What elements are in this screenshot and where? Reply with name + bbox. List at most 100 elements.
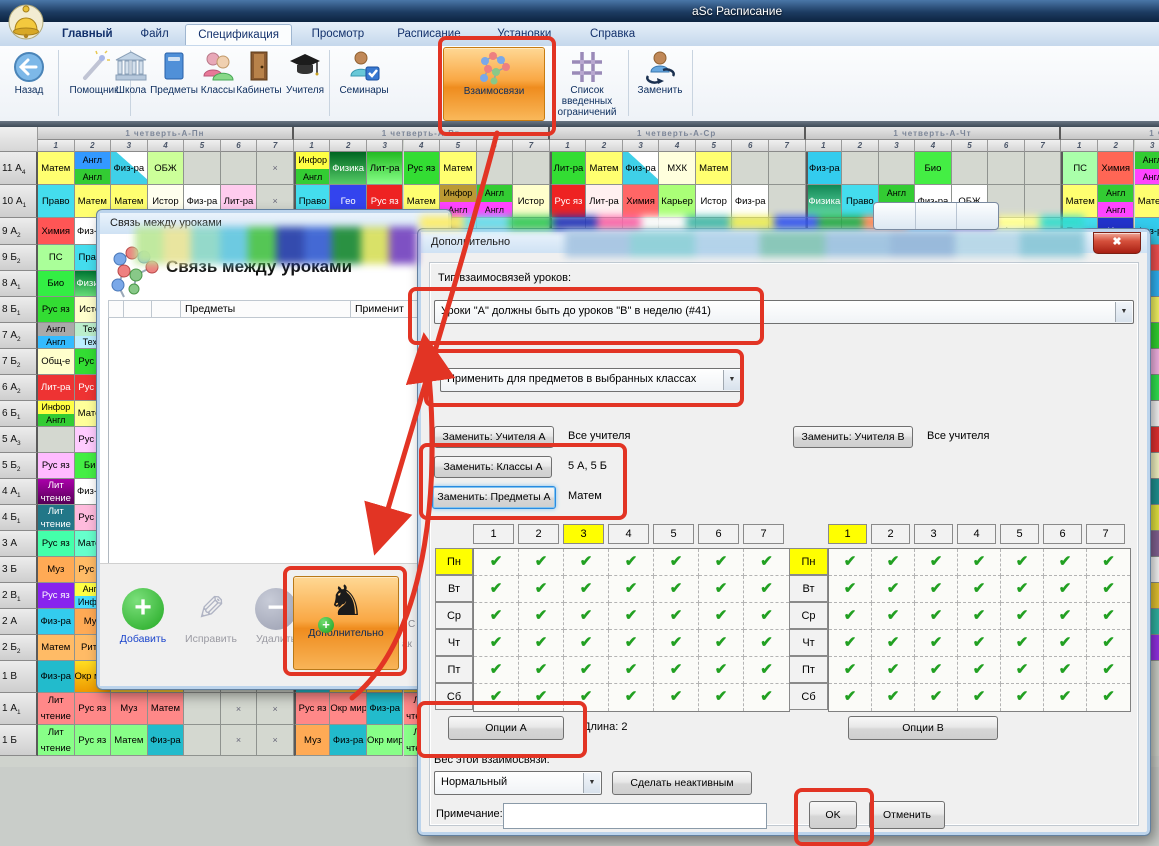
- lesson-cell[interactable]: Лит-ра: [38, 375, 75, 401]
- grid-period-header[interactable]: 3: [914, 524, 953, 544]
- class-row-label[interactable]: 1 В: [0, 661, 38, 693]
- check-cell[interactable]: ✔: [1087, 576, 1130, 603]
- lesson-cell[interactable]: АнглАнгл: [477, 185, 514, 218]
- grid-day-label[interactable]: Пт: [435, 656, 473, 683]
- check-cell[interactable]: ✔: [654, 549, 699, 576]
- lesson-cell[interactable]: ×: [257, 152, 294, 185]
- check-cell[interactable]: ✔: [474, 576, 519, 603]
- check-cell[interactable]: ✔: [699, 603, 744, 630]
- class-row-label[interactable]: 8 Б1: [0, 297, 38, 323]
- restore-icon[interactable]: [916, 203, 958, 229]
- check-cell[interactable]: ✔: [519, 603, 564, 630]
- lesson-cell[interactable]: Карьер: [659, 185, 696, 218]
- lesson-cell[interactable]: Физ-ра: [367, 693, 404, 725]
- lesson-cell[interactable]: Физ-ра: [38, 661, 75, 693]
- class-row-label[interactable]: 2 А: [0, 609, 38, 635]
- lesson-cell[interactable]: АнглАнгл: [1135, 152, 1159, 185]
- lesson-cell[interactable]: [769, 152, 806, 185]
- grid-day-label[interactable]: Чт: [789, 629, 828, 656]
- grid-period-header[interactable]: 5: [1000, 524, 1039, 544]
- lesson-cell[interactable]: Истор: [696, 185, 733, 218]
- lesson-cell[interactable]: [879, 152, 916, 185]
- check-cell[interactable]: ✔: [872, 684, 915, 711]
- replace-classes-a-button[interactable]: Заменить: Классы А: [434, 456, 552, 478]
- check-cell[interactable]: ✔: [1044, 684, 1087, 711]
- lesson-cell[interactable]: АнглАнгл: [38, 323, 75, 349]
- replace-subjects-a-button[interactable]: Заменить: Предметы А: [432, 486, 556, 509]
- check-cell[interactable]: ✔: [744, 630, 789, 657]
- lesson-cell[interactable]: ×: [221, 725, 258, 756]
- class-row-label[interactable]: 7 Б2: [0, 349, 38, 375]
- check-cell[interactable]: ✔: [744, 603, 789, 630]
- ribbon-button-Назад[interactable]: Назад: [2, 47, 56, 119]
- apply-dropdown[interactable]: Применить для предметов в выбранных клас…: [440, 368, 742, 392]
- lesson-cell[interactable]: Физика: [330, 152, 367, 185]
- menu-tab-Главный[interactable]: Главный: [50, 24, 125, 44]
- lesson-cell[interactable]: ×: [221, 693, 258, 725]
- check-cell[interactable]: ✔: [829, 630, 872, 657]
- grid-day-label[interactable]: Пн: [789, 548, 828, 575]
- class-row-label[interactable]: 8 А1: [0, 271, 38, 297]
- link-list-area[interactable]: [108, 318, 442, 564]
- lesson-cell[interactable]: Рус яз: [38, 583, 75, 609]
- check-cell[interactable]: ✔: [958, 549, 1001, 576]
- minimize-icon[interactable]: [874, 203, 916, 229]
- lesson-cell[interactable]: ОБЖ: [148, 152, 185, 185]
- class-row-label[interactable]: 6 Б1: [0, 401, 38, 427]
- lesson-cell[interactable]: Матем: [586, 152, 623, 185]
- class-row-label[interactable]: 9 Б2: [0, 245, 38, 271]
- grid-period-header[interactable]: 6: [1043, 524, 1082, 544]
- check-cell[interactable]: ✔: [474, 603, 519, 630]
- lesson-cell[interactable]: Химия: [1098, 152, 1135, 185]
- check-cell[interactable]: ✔: [958, 576, 1001, 603]
- menu-tab-Просмотр[interactable]: Просмотр: [300, 24, 377, 44]
- check-cell[interactable]: ✔: [1087, 630, 1130, 657]
- list-column-header[interactable]: [108, 300, 123, 318]
- check-cell[interactable]: ✔: [654, 657, 699, 684]
- ribbon-button-Школа[interactable]: Школа: [111, 47, 151, 119]
- check-cell[interactable]: ✔: [1001, 576, 1044, 603]
- lesson-cell[interactable]: Физ-ра: [38, 609, 75, 635]
- lesson-cell[interactable]: Физ-ра: [330, 725, 367, 756]
- make-inactive-button[interactable]: Сделать неактивным: [612, 771, 752, 795]
- grid-period-header[interactable]: 4: [608, 524, 649, 544]
- class-row-label[interactable]: 5 Б2: [0, 453, 38, 479]
- class-row-label[interactable]: 2 Б2: [0, 635, 38, 661]
- check-cell[interactable]: ✔: [519, 684, 564, 711]
- lesson-cell[interactable]: Физ-ра: [623, 152, 660, 185]
- check-cell[interactable]: ✔: [915, 684, 958, 711]
- lesson-cell[interactable]: Физ-ра: [111, 152, 148, 185]
- check-cell[interactable]: ✔: [474, 630, 519, 657]
- lesson-cell[interactable]: Рус яз: [294, 693, 331, 725]
- check-cell[interactable]: ✔: [564, 576, 609, 603]
- check-cell[interactable]: ✔: [699, 549, 744, 576]
- close-icon[interactable]: [957, 203, 998, 229]
- lesson-cell[interactable]: [732, 152, 769, 185]
- check-cell[interactable]: ✔: [829, 576, 872, 603]
- class-row-label[interactable]: 1 А1: [0, 693, 38, 725]
- type-dropdown[interactable]: Уроки "А" должны быть до уроков "В" в не…: [434, 300, 1134, 324]
- lesson-cell[interactable]: [513, 152, 550, 185]
- check-cell[interactable]: ✔: [1001, 630, 1044, 657]
- menu-tab-Справка[interactable]: Справка: [578, 24, 647, 44]
- ribbon-button-Предметы[interactable]: Предметы: [149, 47, 199, 119]
- class-row-label[interactable]: 1 Б: [0, 725, 38, 756]
- class-row-label[interactable]: 9 А2: [0, 218, 38, 245]
- grid-period-header[interactable]: 7: [743, 524, 784, 544]
- grid-day-label[interactable]: Сб: [435, 683, 473, 710]
- class-row-label[interactable]: 7 А2: [0, 323, 38, 349]
- check-cell[interactable]: ✔: [519, 657, 564, 684]
- check-cell[interactable]: ✔: [654, 603, 699, 630]
- lesson-cell[interactable]: [1025, 185, 1062, 218]
- lesson-cell[interactable]: Рус яз: [404, 152, 441, 185]
- grid-period-header[interactable]: 1: [828, 524, 867, 544]
- grid-day-label[interactable]: Вт: [435, 575, 473, 602]
- check-cell[interactable]: ✔: [872, 657, 915, 684]
- list-column-header[interactable]: [151, 300, 180, 318]
- options-b-button[interactable]: Опции В: [848, 716, 998, 740]
- check-cell[interactable]: ✔: [1087, 603, 1130, 630]
- grid-day-label[interactable]: Пт: [789, 656, 828, 683]
- lesson-cell[interactable]: Рус яз: [75, 725, 112, 756]
- lesson-cell[interactable]: [221, 152, 258, 185]
- lesson-cell[interactable]: Физ-ра: [148, 725, 185, 756]
